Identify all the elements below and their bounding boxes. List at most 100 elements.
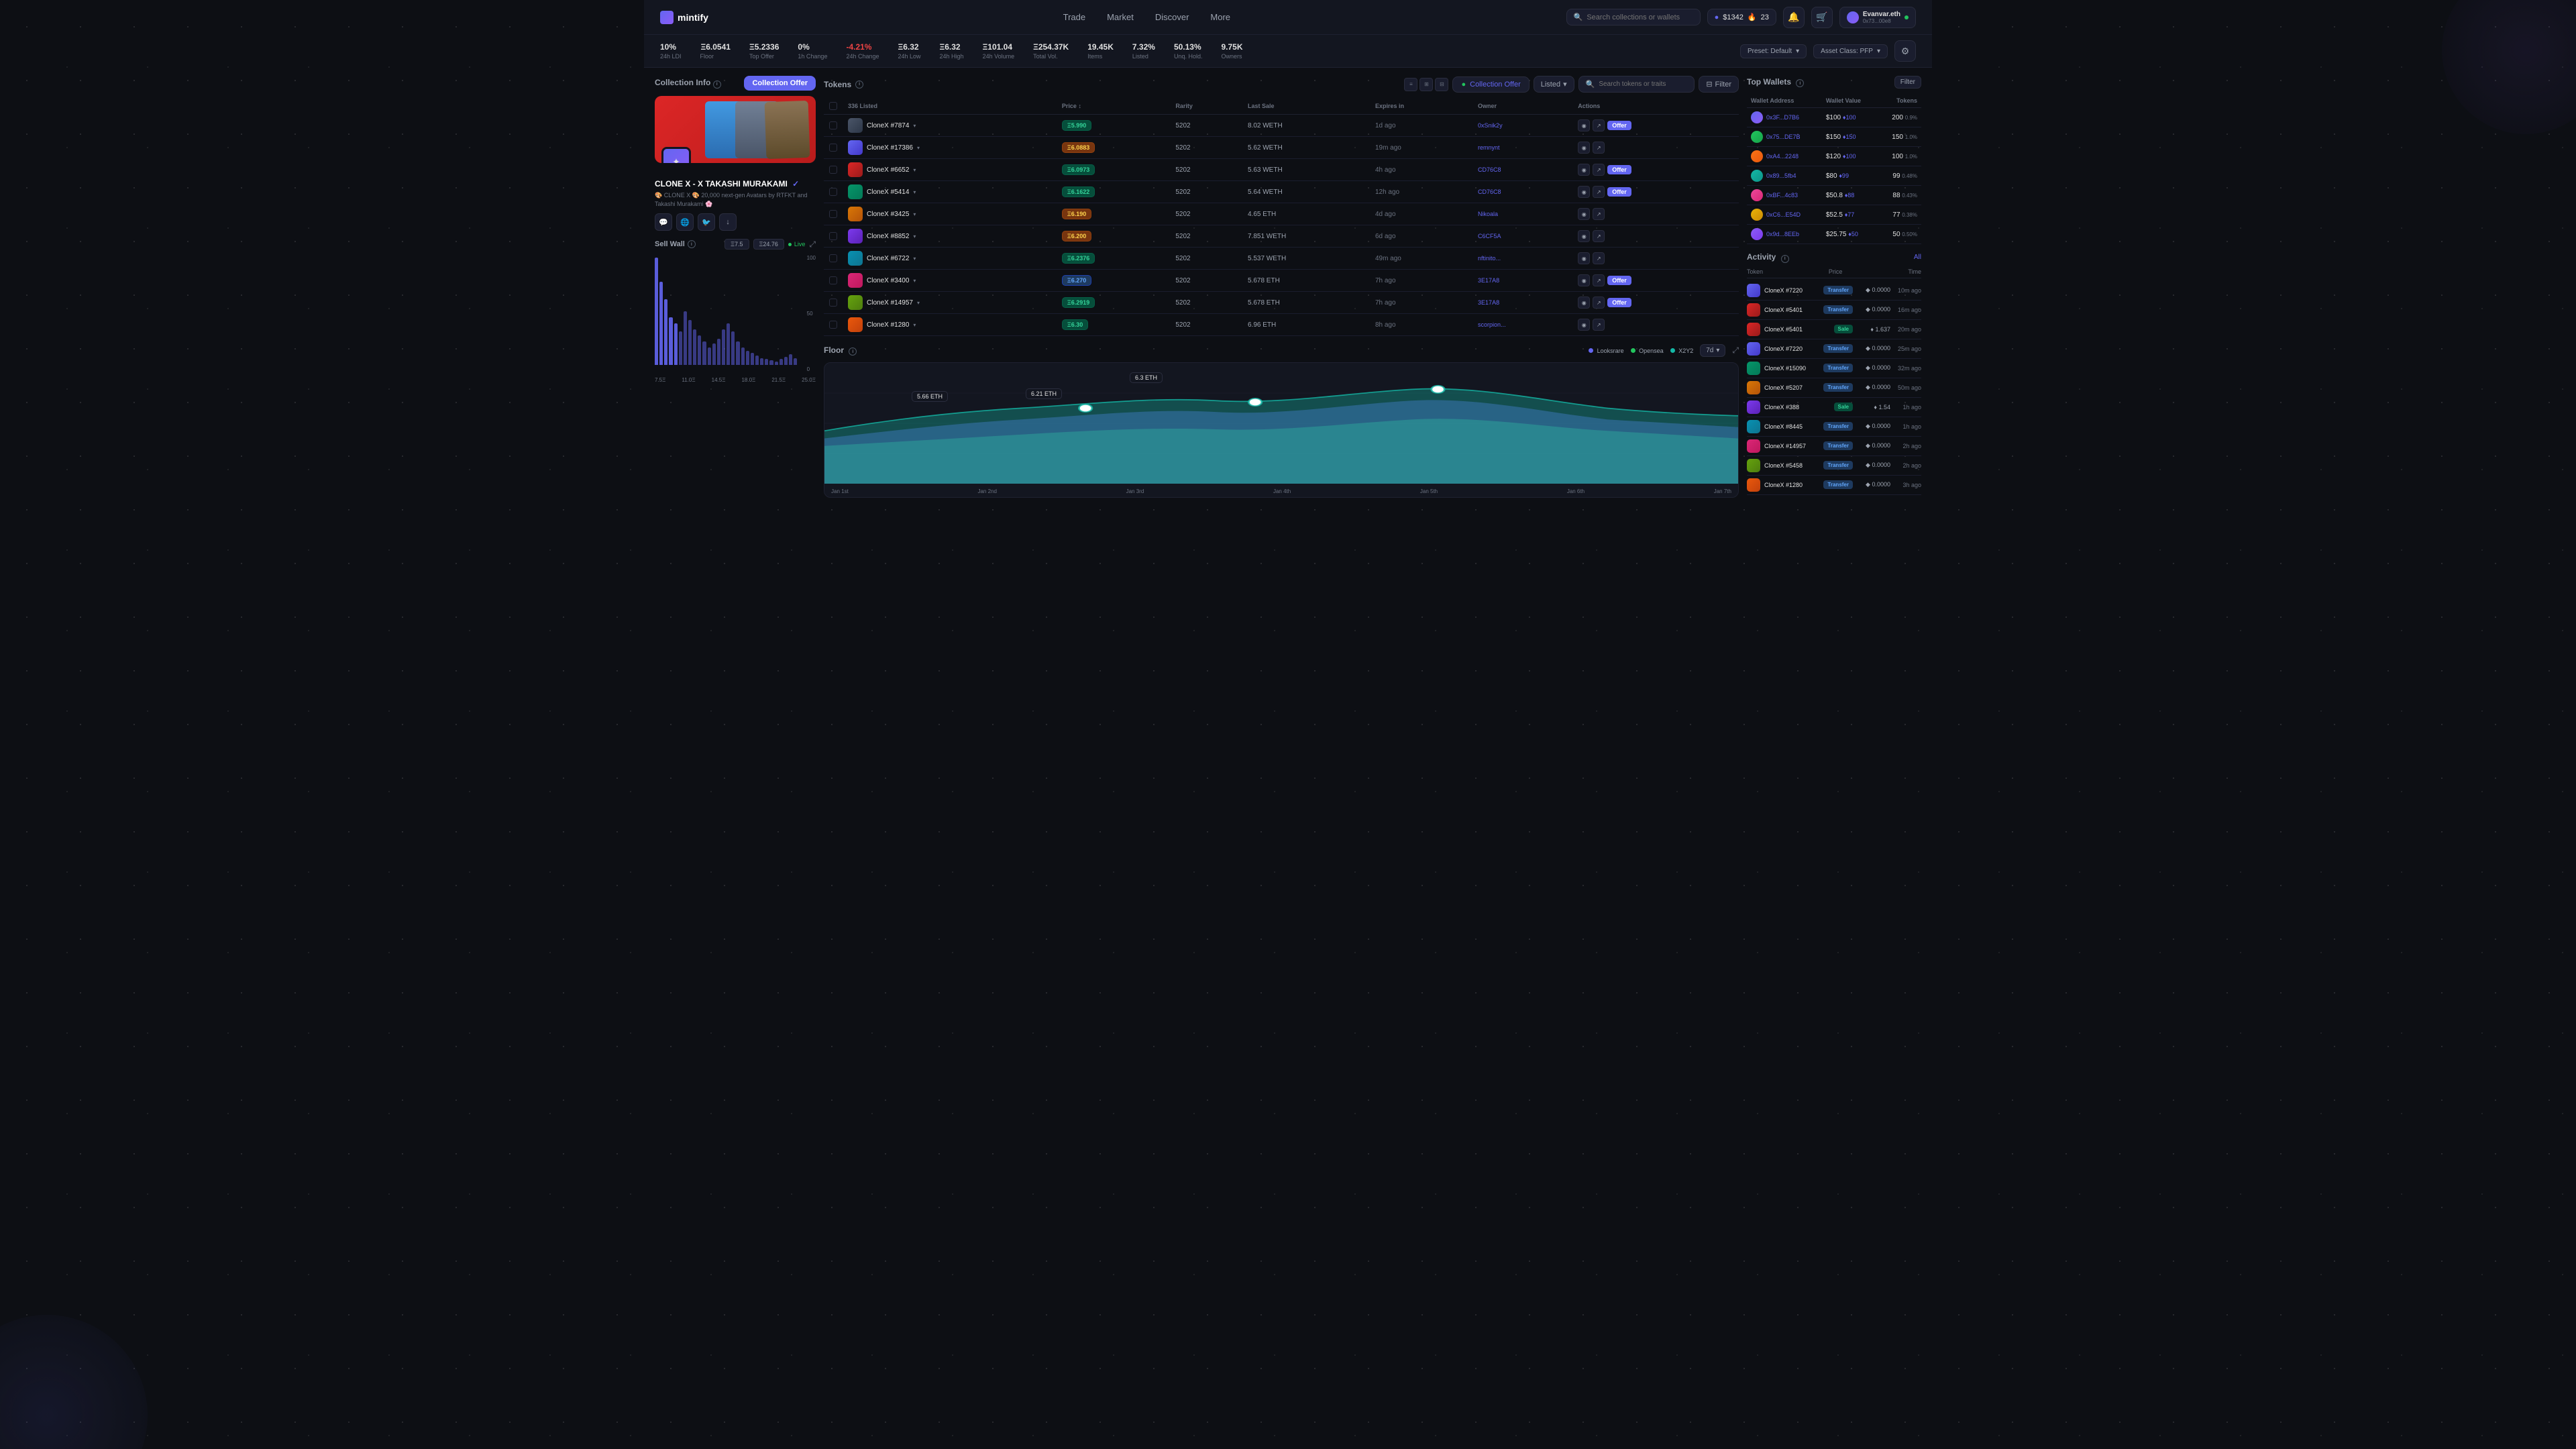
wallet-action-icon[interactable]: ◉ [1578, 164, 1590, 176]
token-expand-icon[interactable]: ▾ [917, 145, 920, 151]
nav-trade[interactable]: Trade [1054, 8, 1095, 26]
row-checkbox[interactable] [829, 299, 837, 307]
wallet-action-icon[interactable]: ◉ [1578, 274, 1590, 286]
nav-market[interactable]: Market [1097, 8, 1143, 26]
row-checkbox[interactable] [829, 232, 837, 240]
activity-info-icon[interactable]: i [1781, 255, 1789, 263]
wallet-action-icon[interactable]: ◉ [1578, 319, 1590, 331]
wallet-address[interactable]: 0x89...5fb4 [1766, 172, 1796, 179]
row-checkbox[interactable] [829, 276, 837, 284]
link-action-icon[interactable]: ↗ [1593, 186, 1605, 198]
link-action-icon[interactable]: ↗ [1593, 252, 1605, 264]
wallet-row: 0x75...DE7B $150 ♦150 150 1.0% [1747, 127, 1921, 147]
link-action-icon[interactable]: ↗ [1593, 208, 1605, 220]
wallet-action-icon[interactable]: ◉ [1578, 297, 1590, 309]
wallet-address[interactable]: 0x3F...D7B6 [1766, 114, 1799, 121]
sort-price-icon[interactable]: ↕ [1078, 103, 1081, 109]
link-action-icon[interactable]: ↗ [1593, 319, 1605, 331]
cart-btn[interactable]: 🛒 [1811, 7, 1833, 28]
wallet-action-icon[interactable]: ◉ [1578, 230, 1590, 242]
collection-offer-tab[interactable]: ● Collection Offer [1452, 76, 1529, 93]
wallet-address[interactable]: 0x9d...8EEb [1766, 231, 1799, 237]
grid-lg-view-btn[interactable]: ⊟ [1435, 78, 1448, 91]
global-search[interactable]: 🔍 [1566, 9, 1701, 25]
website-btn[interactable]: 🌐 [676, 213, 694, 231]
token-expand-icon[interactable]: ▾ [913, 189, 916, 195]
info-icon[interactable]: i [713, 80, 721, 89]
offer-button[interactable]: Offer [1607, 187, 1631, 197]
balance-badge: ● $1342 🔥 23 [1707, 9, 1776, 25]
collection-offer-button[interactable]: Collection Offer [744, 76, 816, 91]
time-period-selector[interactable]: 7d ▾ [1700, 344, 1725, 357]
offer-button[interactable]: Offer [1607, 121, 1631, 130]
row-checkbox[interactable] [829, 121, 837, 129]
token-thumbnail [848, 140, 863, 155]
link-action-icon[interactable]: ↗ [1593, 297, 1605, 309]
wallet-action-icon[interactable]: ◉ [1578, 142, 1590, 154]
wallet-address[interactable]: 0xA4...2248 [1766, 153, 1799, 160]
row-checkbox[interactable] [829, 254, 837, 262]
expires-value: 8h ago [1375, 321, 1396, 329]
link-action-icon[interactable]: ↗ [1593, 164, 1605, 176]
download-btn[interactable]: ↓ [719, 213, 737, 231]
listed-tab[interactable]: Listed ▾ [1534, 76, 1574, 93]
token-expand-icon[interactable]: ▾ [917, 300, 920, 306]
wallet-action-icon[interactable]: ◉ [1578, 208, 1590, 220]
price-badge: Ξ6.200 [1062, 231, 1091, 241]
offer-button[interactable]: Offer [1607, 165, 1631, 174]
settings-btn[interactable]: ⚙ [1894, 40, 1916, 62]
wallet-address[interactable]: 0x75...DE7B [1766, 133, 1801, 140]
link-action-icon[interactable]: ↗ [1593, 119, 1605, 131]
notification-btn[interactable]: 🔔 [1783, 7, 1805, 28]
token-search[interactable]: 🔍 [1578, 76, 1695, 93]
row-checkbox[interactable] [829, 144, 837, 152]
row-checkbox[interactable] [829, 321, 837, 329]
token-expand-icon[interactable]: ▾ [913, 123, 916, 129]
offer-button[interactable]: Offer [1607, 298, 1631, 307]
global-search-input[interactable] [1587, 13, 1693, 21]
token-search-input[interactable] [1599, 80, 1687, 88]
wallets-filter-btn[interactable]: Filter [1894, 76, 1921, 89]
list-view-btn[interactable]: ≡ [1404, 78, 1417, 91]
select-all-checkbox[interactable] [829, 102, 837, 110]
offer-button[interactable]: Offer [1607, 276, 1631, 285]
floor-info-icon[interactable]: i [849, 347, 857, 356]
tokens-info-icon[interactable]: i [855, 80, 863, 89]
floor-expand-icon[interactable]: ⤢ [1732, 345, 1739, 356]
wallet-action-icon[interactable]: ◉ [1578, 252, 1590, 264]
preset-selector[interactable]: Preset: Default ▾ [1740, 44, 1807, 58]
nav-discover[interactable]: Discover [1146, 8, 1199, 26]
stat-floor: Ξ6.0541 Floor [700, 42, 731, 60]
expand-icon[interactable]: ⤢ [809, 239, 816, 250]
discord-btn[interactable]: 💬 [655, 213, 672, 231]
wallet-address[interactable]: 0xC6...E54D [1766, 211, 1801, 218]
user-badge[interactable]: Evanvar.eth 0x73...00e8 [1839, 7, 1916, 28]
wallet-action-icon[interactable]: ◉ [1578, 119, 1590, 131]
token-thumbnail [848, 118, 863, 133]
token-expand-icon[interactable]: ▾ [913, 278, 916, 284]
row-checkbox[interactable] [829, 188, 837, 196]
nav-more[interactable]: More [1201, 8, 1240, 26]
token-expand-icon[interactable]: ▾ [913, 211, 916, 217]
wallet-address[interactable]: 0xBF...4c83 [1766, 192, 1798, 199]
row-checkbox[interactable] [829, 210, 837, 218]
twitter-btn[interactable]: 🐦 [698, 213, 715, 231]
token-expand-icon[interactable]: ▾ [913, 322, 916, 328]
row-checkbox[interactable] [829, 166, 837, 174]
bar-10 [702, 341, 706, 366]
link-action-icon[interactable]: ↗ [1593, 142, 1605, 154]
token-thumbnail [848, 251, 863, 266]
token-expand-icon[interactable]: ▾ [913, 256, 916, 262]
activity-all-btn[interactable]: All [1914, 254, 1921, 261]
sell-wall-chart: 100 50 0 7.5Ξ 11.0Ξ 14.5Ξ 18.0Ξ 21.5Ξ 25… [655, 255, 816, 383]
link-action-icon[interactable]: ↗ [1593, 230, 1605, 242]
token-expand-icon[interactable]: ▾ [913, 233, 916, 239]
asset-class-selector[interactable]: Asset Class: PFP ▾ [1813, 44, 1888, 58]
wallets-info-icon[interactable]: i [1796, 79, 1804, 87]
link-action-icon[interactable]: ↗ [1593, 274, 1605, 286]
wallet-action-icon[interactable]: ◉ [1578, 186, 1590, 198]
token-expand-icon[interactable]: ▾ [913, 167, 916, 173]
filter-button[interactable]: ⊟ Filter [1699, 76, 1739, 93]
grid-view-btn[interactable]: ⊞ [1419, 78, 1433, 91]
sell-wall-info-icon[interactable]: i [688, 240, 696, 248]
